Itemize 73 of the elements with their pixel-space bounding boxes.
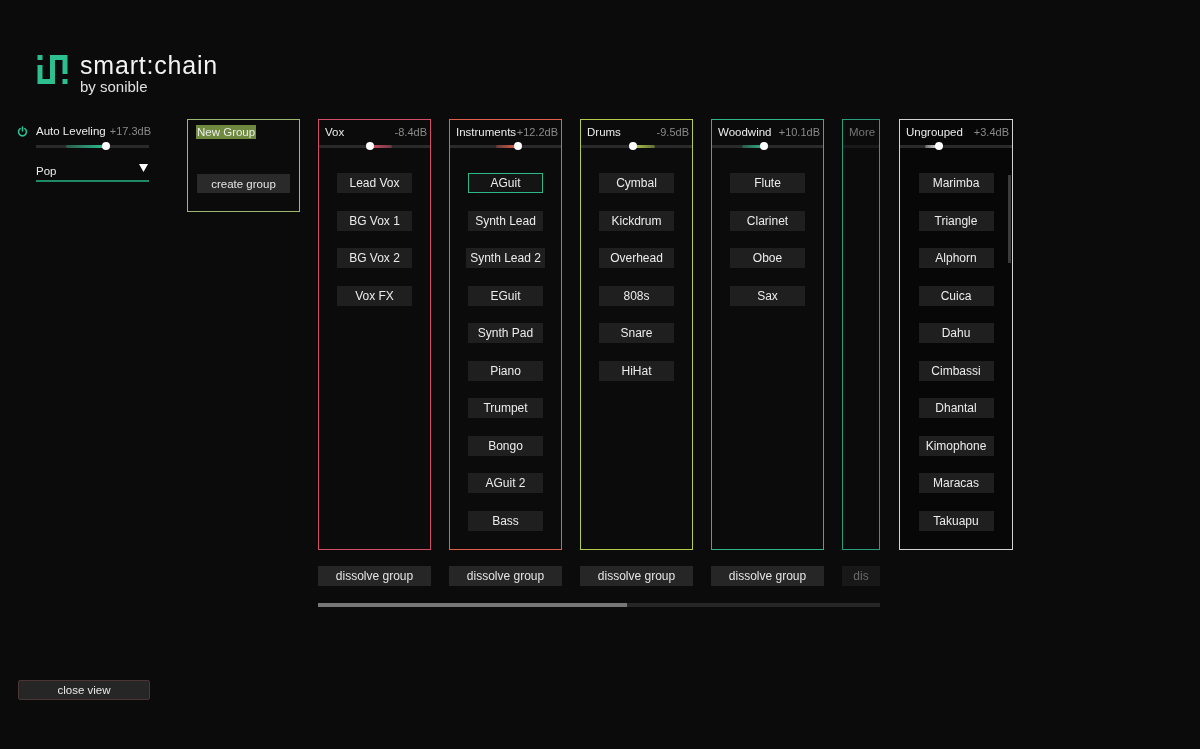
gain-reading: -9.5dB [656, 126, 689, 138]
group-name: Woodwind [718, 126, 772, 138]
track-chip[interactable]: Cimbassi [918, 360, 994, 381]
group-name: More [849, 126, 876, 138]
caret-icon [139, 164, 148, 172]
group-name: Instruments [456, 126, 517, 138]
byline: by sonible [80, 78, 149, 96]
slider-thumb[interactable] [513, 142, 522, 150]
track-chip[interactable]: Marimba [918, 173, 994, 193]
track-chip[interactable]: Sax [730, 285, 805, 306]
track-chip[interactable]: Oboe [730, 248, 805, 268]
track-chip[interactable]: Dhantal [918, 398, 994, 418]
track-chip[interactable]: Kickdrum [599, 210, 674, 231]
vertical-scrollbar[interactable] [1008, 175, 1011, 263]
track-chip[interactable]: Overhead [599, 248, 674, 268]
gain-reading: +3.4dB [973, 126, 1009, 138]
slider-thumb[interactable] [935, 142, 944, 150]
dissolve-group-button[interactable]: dissolve group [449, 566, 562, 586]
track-chip[interactable]: Synth Lead [468, 210, 543, 231]
track-chip[interactable]: Snare [599, 323, 674, 343]
level-slider[interactable] [843, 142, 879, 150]
app-title: smart:chain [80, 53, 218, 77]
gain-reading: +17.3dB [109, 125, 151, 137]
slider-thumb[interactable] [629, 142, 638, 150]
track-chip[interactable]: Flute [730, 173, 805, 193]
power-icon[interactable] [17, 125, 28, 137]
level-slider[interactable] [900, 142, 1012, 150]
dissolve-group-button[interactable]: dissolve group [318, 566, 431, 586]
track-chip[interactable]: AGuit [468, 173, 543, 193]
track-chip[interactable]: Synth Lead 2 [466, 248, 545, 268]
level-slider[interactable] [319, 142, 430, 150]
create-group-button[interactable]: create group [197, 174, 290, 193]
logo-icon [37, 55, 68, 84]
track-chip[interactable]: EGuit [468, 285, 543, 306]
group-name: Drums [587, 126, 621, 138]
preset-dropdown[interactable]: Pop [36, 162, 149, 182]
horizontal-scrollbar[interactable] [318, 603, 880, 607]
track-chip[interactable]: Dahu [918, 323, 994, 343]
group-name: Ungrouped [906, 126, 963, 138]
group-name: Vox [325, 126, 345, 138]
slider-thumb[interactable] [366, 142, 375, 150]
auto-leveling-label: Auto Leveling [36, 125, 106, 137]
dissolve-group-button[interactable]: dissolve group [711, 566, 824, 586]
track-chip[interactable]: Cuica [918, 285, 994, 306]
track-chip[interactable]: Lead Vox [337, 173, 412, 193]
track-chip[interactable]: AGuit 2 [468, 473, 543, 493]
gain-reading: +10.1dB [778, 126, 820, 138]
track-chip[interactable]: Kimophone [918, 435, 994, 456]
track-chip[interactable]: HiHat [599, 360, 674, 381]
track-chip[interactable]: Clarinet [730, 210, 805, 231]
slider-thumb[interactable] [102, 142, 111, 150]
track-chip[interactable]: Takuapu [918, 510, 994, 531]
level-slider[interactable] [712, 142, 823, 150]
track-chip[interactable]: BG Vox 2 [337, 248, 412, 268]
level-slider[interactable] [450, 142, 561, 150]
track-chip[interactable]: 808s [599, 285, 674, 306]
close-view-button[interactable]: close view [18, 680, 150, 700]
track-chip[interactable]: Triangle [918, 210, 994, 231]
track-chip[interactable]: BG Vox 1 [337, 210, 412, 231]
track-chip[interactable]: Alphorn [918, 248, 994, 268]
track-chip[interactable]: Piano [468, 360, 543, 381]
gain-reading: +12.2dB [516, 126, 558, 138]
gain-reading: -8.4dB [394, 126, 427, 138]
track-chip[interactable]: Vox FX [337, 285, 412, 306]
track-chip[interactable]: Bass [468, 510, 543, 531]
track-chip[interactable]: Cymbal [599, 173, 674, 193]
track-chip[interactable]: Bongo [468, 435, 543, 456]
level-slider[interactable] [581, 142, 692, 150]
track-chip[interactable]: Maracas [918, 473, 994, 493]
dissolve-group-button[interactable]: dissolve group [580, 566, 693, 586]
track-chip[interactable]: Synth Pad [468, 323, 543, 343]
slider-thumb[interactable] [760, 142, 769, 150]
track-chip[interactable]: Trumpet [468, 398, 543, 418]
